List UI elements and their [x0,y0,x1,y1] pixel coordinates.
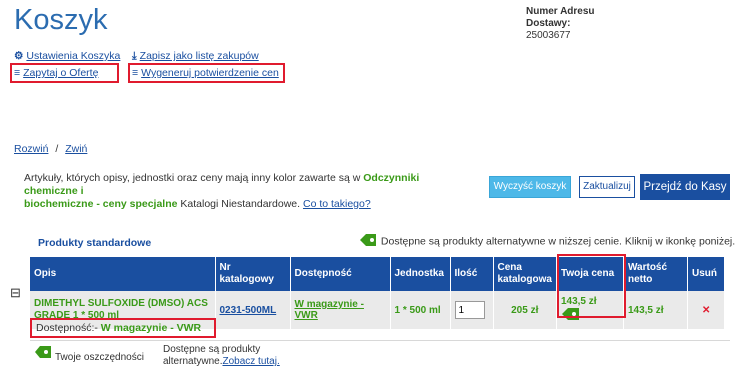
col-qty: Ilość [450,257,494,291]
availability-link[interactable]: W magazynie - VWR [295,299,364,321]
savings-label: Twoje oszczędności [55,352,144,363]
savings-tag-icon [34,345,52,362]
alternative-products-note: Dostępne są produkty alternatywne.Zobacz… [163,344,280,368]
divider [30,340,730,341]
remove-icon[interactable]: ✕ [687,291,725,329]
delivery-address: Numer Adresu Dostawy: 25003677 [526,6,595,42]
save-list-link[interactable]: ⤓ Zapisz jako listę zakupów [132,50,259,63]
section-title: Produkty standardowe [38,237,152,249]
your-price-highlight [557,254,626,318]
availability-row: Dostępność:- W magazynie - VWR [36,322,201,334]
see-here-link[interactable]: Zobacz tutaj. [222,356,279,367]
col-unit: Jednostka [390,257,451,291]
notice-text-1: Artykuły, których opisy, jednostki oraz … [24,172,364,184]
notice-text-2: Katalogi Niestandardowe. [177,198,303,210]
confirm-prices-link[interactable]: ≡ Wygeneruj potwierdzenie cen [132,67,279,79]
notice-green-2: biochemiczne - ceny specjalne [24,198,178,210]
row-collapse-toggle[interactable]: ⊟ [10,285,21,301]
col-list-price: Cena katalogowa [493,257,557,291]
cart-settings-link[interactable]: ⚙ Ustawienia Koszyka [14,50,120,62]
availability-cell: W magazynie - VWR [290,291,391,329]
col-description: Opis [30,257,216,291]
update-button[interactable]: Zaktualizuj [579,176,635,198]
download-icon: ⤓ [132,50,137,62]
settings-icon: ⚙ [14,50,24,62]
what-is-this-link[interactable]: Co to takiego? [303,198,371,210]
address-value: 25003677 [526,30,571,41]
list-price-cell: 205 zł [493,291,557,329]
quote-label[interactable]: Zapytaj o Ofertę [23,67,98,79]
alternative-products-text-2: alternatywne. [163,356,223,367]
alternative-products-text: Dostępne są produkty [163,344,261,355]
alternative-notice-text: Dostępne są produkty alternatywne w niżs… [380,235,736,248]
catalog-notice: Artykuły, których opisy, jednostki oraz … [24,172,474,211]
catalog-number-cell: 0231-500ML [215,291,291,329]
quote-link[interactable]: ≡ Zapytaj o Ofertę [14,67,98,79]
col-availability: Dostępność [290,257,391,291]
quantity-input[interactable] [454,301,485,319]
qty-cell [450,291,494,329]
confirm-prices-label[interactable]: Wygeneruj potwierdzenie cen [141,67,279,79]
checkout-button[interactable]: Przejdź do Kasy [640,174,730,200]
address-label-1: Numer Adresu [526,6,595,17]
list-icon: ≡ [14,67,21,79]
expand-collapse: Rozwiń / Zwiń [14,143,87,155]
alternative-notice: Dostępne są produkty alternatywne w niżs… [358,232,735,251]
clear-cart-button[interactable]: Wyczyść koszyk [489,176,571,198]
col-net-value: Wartość netto [623,257,688,291]
cart-settings-label[interactable]: Ustawienia Koszyka [26,50,120,62]
price-tag-icon [358,232,378,251]
save-list-label[interactable]: Zapisz jako listę zakupów [140,50,259,62]
expand-link[interactable]: Rozwiń [14,143,48,155]
unit-cell: 1 * 500 ml [390,291,451,329]
availability-row-label: Dostępność:- [36,322,98,334]
col-catalog-no: Nr katalogowy [215,257,291,291]
col-remove: Usuń [687,257,725,291]
expand-separator: / [55,143,59,155]
page-title: Koszyk [14,4,108,36]
list-icon: ≡ [132,67,139,79]
address-label-2: Dostawy: [526,18,571,29]
net-value-cell: 143,5 zł [623,291,688,329]
collapse-link[interactable]: Zwiń [65,143,87,155]
catalog-number-link[interactable]: 0231-500ML [220,305,277,316]
availability-row-value: W magazynie - VWR [100,322,202,334]
